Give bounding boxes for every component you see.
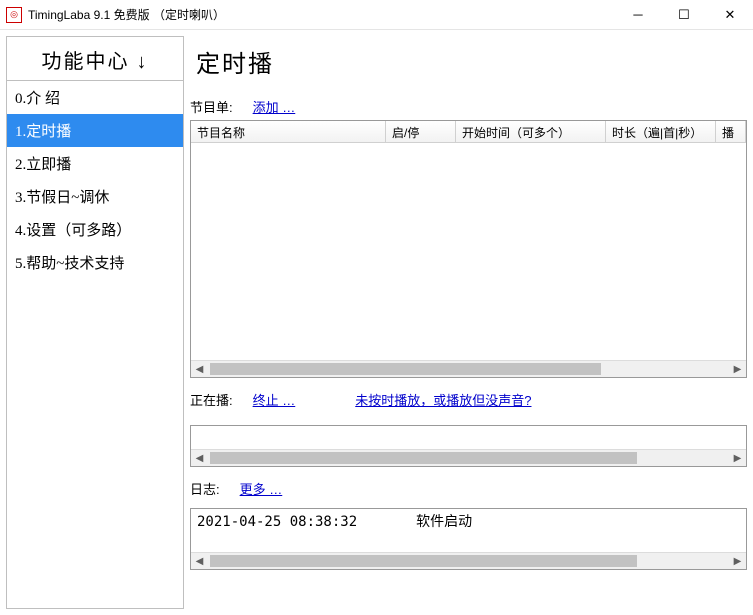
log-section-header: 日志: 更多 … <box>190 477 747 502</box>
scroll-track[interactable] <box>208 553 729 569</box>
program-table: 节目名称启/停开始时间（可多个）时长（遍|首|秒）播 ◀ ▶ <box>190 120 747 378</box>
sidebar-item-2[interactable]: 2.立即播 <box>7 147 183 180</box>
sidebar: 功能中心 ↓ 0.介 绍1.定时播2.立即播3.节假日~调休4.设置（可多路）5… <box>6 36 184 609</box>
column-header-1[interactable]: 启/停 <box>386 121 456 142</box>
scroll-right-icon[interactable]: ▶ <box>729 361 746 377</box>
window-controls: ─ ☐ ✕ <box>615 0 753 30</box>
sidebar-item-3[interactable]: 3.节假日~调休 <box>7 180 183 213</box>
sidebar-item-0[interactable]: 0.介 绍 <box>7 81 183 114</box>
log-body[interactable]: 2021-04-25 08:38:32 软件启动 <box>191 509 746 552</box>
add-program-link[interactable]: 添加 … <box>253 97 296 116</box>
scroll-left-icon[interactable]: ◀ <box>191 450 208 466</box>
scroll-left-icon[interactable]: ◀ <box>191 361 208 377</box>
scroll-track[interactable] <box>208 450 729 466</box>
nowplay-label: 正在播: <box>190 390 233 409</box>
column-header-0[interactable]: 节目名称 <box>191 121 386 142</box>
log-entry-msg: 软件启动 <box>416 514 472 530</box>
program-label: 节目单: <box>190 97 233 116</box>
sidebar-item-4[interactable]: 4.设置（可多路） <box>7 213 183 246</box>
log-entry-time: 2021-04-25 08:38:32 <box>197 514 357 530</box>
column-header-2[interactable]: 开始时间（可多个） <box>456 121 606 142</box>
stop-link[interactable]: 终止 … <box>253 390 296 409</box>
client-area: 功能中心 ↓ 0.介 绍1.定时播2.立即播3.节假日~调休4.设置（可多路）5… <box>0 30 753 615</box>
column-header-3[interactable]: 时长（遍|首|秒） <box>606 121 716 142</box>
sidebar-header[interactable]: 功能中心 ↓ <box>7 37 183 81</box>
titlebar: ◎ TimingLaba 9.1 免费版 （定时喇叭） ─ ☐ ✕ <box>0 0 753 30</box>
program-section-header: 节目单: 添加 … <box>190 95 747 120</box>
scroll-track[interactable] <box>208 361 729 377</box>
scroll-right-icon[interactable]: ▶ <box>729 553 746 569</box>
window-title: TimingLaba 9.1 免费版 （定时喇叭） <box>28 6 615 23</box>
table-hscrollbar[interactable]: ◀ ▶ <box>191 360 746 377</box>
table-header: 节目名称启/停开始时间（可多个）时长（遍|首|秒）播 <box>191 121 746 143</box>
table-body[interactable] <box>191 143 746 360</box>
app-icon: ◎ <box>6 7 22 23</box>
scroll-thumb[interactable] <box>210 452 637 464</box>
minimize-button[interactable]: ─ <box>615 0 661 30</box>
log-more-link[interactable]: 更多 … <box>240 479 283 498</box>
column-header-4[interactable]: 播 <box>716 121 746 142</box>
troubleshoot-link[interactable]: 未按时播放，或播放但没声音? <box>355 390 531 409</box>
log-box: 2021-04-25 08:38:32 软件启动 ◀ ▶ <box>190 508 747 570</box>
log-label: 日志: <box>190 479 220 498</box>
nowplay-section-header: 正在播: 终止 … 未按时播放，或播放但没声音? <box>190 388 747 413</box>
sidebar-list: 0.介 绍1.定时播2.立即播3.节假日~调休4.设置（可多路）5.帮助~技术支… <box>7 81 183 608</box>
scroll-right-icon[interactable]: ▶ <box>729 450 746 466</box>
maximize-button[interactable]: ☐ <box>661 0 707 30</box>
close-button[interactable]: ✕ <box>707 0 753 30</box>
log-hscrollbar[interactable]: ◀ ▶ <box>191 552 746 569</box>
nowplay-box: ◀ ▶ <box>190 425 747 467</box>
sidebar-item-1[interactable]: 1.定时播 <box>7 114 183 147</box>
scroll-thumb[interactable] <box>210 555 637 567</box>
nowplay-body[interactable] <box>191 426 746 449</box>
scroll-thumb[interactable] <box>210 363 601 375</box>
main-panel: 定时播 节目单: 添加 … 节目名称启/停开始时间（可多个）时长（遍|首|秒）播… <box>190 36 747 609</box>
scroll-left-icon[interactable]: ◀ <box>191 553 208 569</box>
page-title: 定时播 <box>190 36 747 95</box>
nowplay-hscrollbar[interactable]: ◀ ▶ <box>191 449 746 466</box>
sidebar-item-5[interactable]: 5.帮助~技术支持 <box>7 246 183 279</box>
